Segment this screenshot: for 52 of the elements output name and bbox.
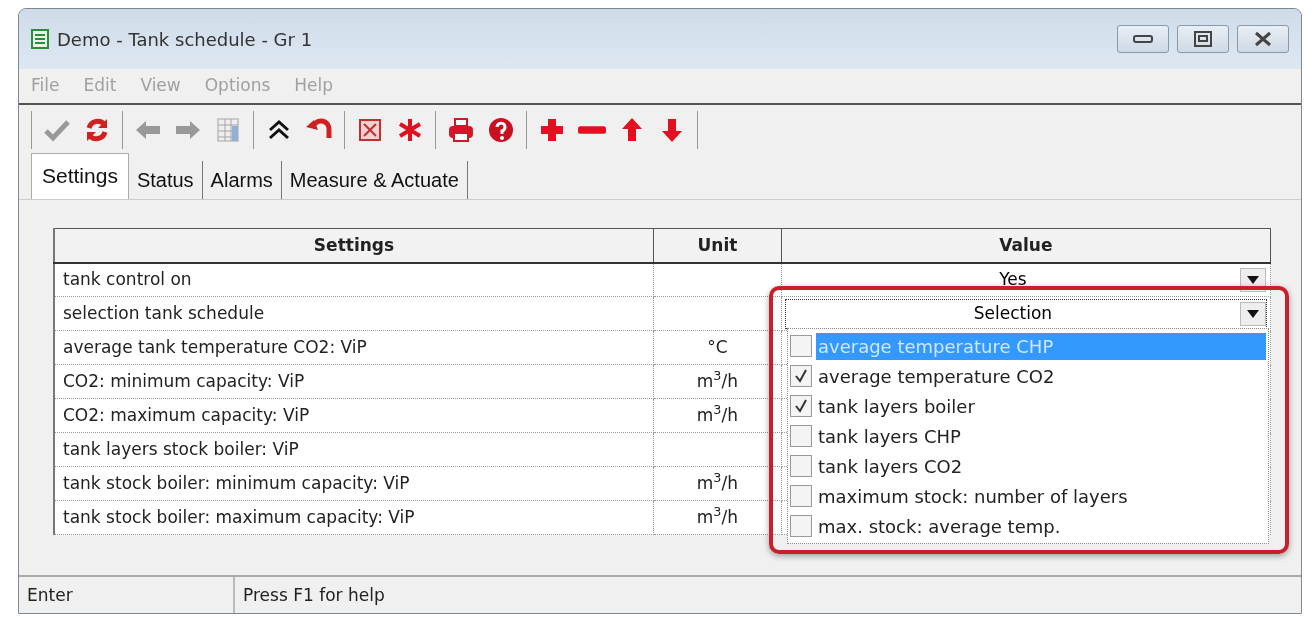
column-header: Value (781, 228, 1271, 263)
checkbox[interactable] (790, 485, 812, 507)
asterisk-icon (396, 116, 424, 144)
dropdown-arrow-icon (1247, 309, 1259, 318)
table-icon (214, 116, 242, 144)
status-text: Enter (19, 577, 235, 613)
table-cell: tank stock boiler: maximum capacity: ViP (54, 500, 654, 535)
table-cell: m$^{3}$/h (653, 466, 782, 501)
table-cell: m$^{3}$/h (653, 364, 782, 399)
table-cell: CO2: minimum capacity: ViP (54, 364, 654, 399)
table-cell: tank layers stock boiler: ViP (54, 432, 654, 467)
boxed-x-icon (356, 116, 384, 144)
dropdown-option[interactable]: tank layers CO2 (790, 451, 1266, 481)
table-cell: average tank temperature CO2: ViP (54, 330, 654, 365)
checkbox[interactable] (790, 335, 812, 357)
dropdown-option[interactable]: max. stock: average temp. (790, 511, 1266, 541)
table-cell: CO2: maximum capacity: ViP (54, 398, 654, 433)
window-title: Demo - Tank schedule - Gr 1 (57, 27, 313, 52)
table-cell: tank stock boiler: minimum capacity: ViP (54, 466, 654, 501)
checkbox[interactable] (790, 365, 812, 387)
dropdown-option[interactable]: tank layers CHP (790, 421, 1266, 451)
dropdown-option[interactable]: tank layers boiler (790, 391, 1266, 421)
plus-icon (538, 116, 566, 144)
maximize-button[interactable] (1177, 25, 1229, 53)
table-cell: selection tank schedule (54, 296, 654, 331)
minimize-button[interactable] (1117, 25, 1169, 53)
checkmark-icon (794, 399, 808, 413)
close-button[interactable] (1237, 25, 1289, 53)
tab[interactable]: Settings (31, 152, 129, 199)
close-icon (1253, 31, 1273, 47)
printer-icon (447, 116, 475, 144)
dropdown-arrow-icon (1247, 275, 1259, 284)
table-cell: tank control on (54, 262, 654, 297)
value-dropdown[interactable]: Selection (785, 299, 1266, 328)
table-cell: m$^{3}$/h (653, 398, 782, 433)
table-cell: m$^{3}$/h (653, 500, 782, 535)
help-icon (487, 116, 515, 144)
checkbox[interactable] (790, 515, 812, 537)
checkbox[interactable] (790, 395, 812, 417)
column-header: Settings (54, 228, 654, 263)
dropdown-option[interactable]: maximum stock: number of layers (790, 481, 1266, 511)
maximize-icon (1194, 31, 1212, 47)
minimize-icon (1133, 34, 1153, 44)
column-header: Unit (653, 228, 782, 263)
dropdown-option[interactable]: average temperature CO2 (790, 361, 1266, 391)
checkbox[interactable] (790, 455, 812, 477)
table-cell: °C (653, 330, 782, 365)
document-icon (31, 29, 49, 49)
status-text: Press F1 for help (242, 584, 386, 607)
minus-icon (578, 126, 606, 134)
checkmark-icon (794, 369, 808, 383)
checkbox[interactable] (790, 425, 812, 447)
